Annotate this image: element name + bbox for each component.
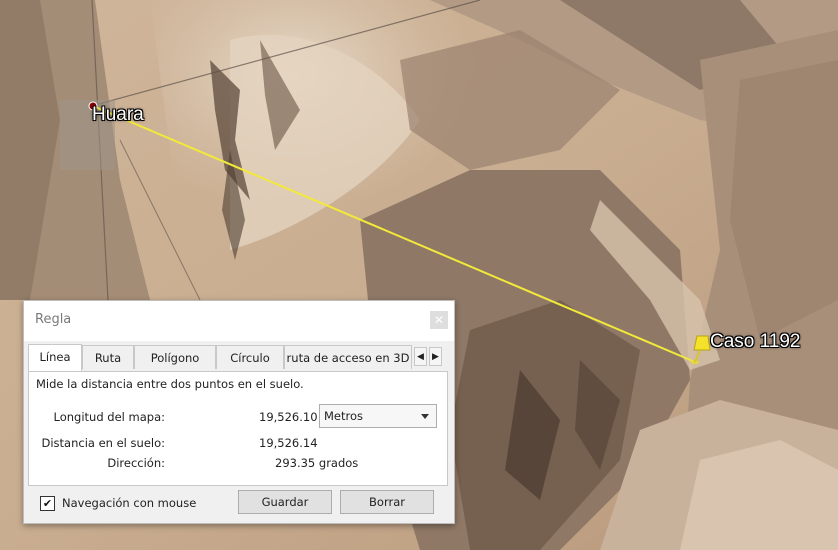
units-dropdown[interactable]: Metros xyxy=(319,404,437,428)
tab-scroll-right-icon[interactable]: ▶ xyxy=(429,347,442,366)
heading-label: Dirección: xyxy=(107,456,165,470)
tab-line[interactable]: Línea xyxy=(28,344,82,371)
save-button[interactable]: Guardar xyxy=(238,490,332,514)
line-tab-panel: Mide la distancia entre dos puntos en el… xyxy=(28,371,448,486)
tab-path[interactable]: Ruta xyxy=(82,345,134,369)
chevron-down-icon xyxy=(421,414,429,419)
ground-distance-value: 19,526.14 xyxy=(259,436,318,450)
tab-scroll-left-icon[interactable]: ◀ xyxy=(414,347,427,366)
ruler-dialog: Regla ✕ Línea Ruta Polígono Círculo ruta… xyxy=(23,300,455,524)
dialog-title: Regla xyxy=(35,312,72,327)
tab-strip: Línea Ruta Polígono Círculo ruta de acce… xyxy=(28,344,448,371)
heading-value: 293.35 grados xyxy=(275,456,359,470)
tab-circle[interactable]: Círculo xyxy=(216,345,284,369)
placemark-label-huara[interactable]: Huara xyxy=(92,104,144,126)
tab-polygon[interactable]: Polígono xyxy=(134,345,216,369)
clear-button[interactable]: Borrar xyxy=(340,490,434,514)
close-icon[interactable]: ✕ xyxy=(430,311,448,329)
description-text: Mide la distancia entre dos puntos en el… xyxy=(36,377,304,391)
dialog-footer: ✔ Navegación con mouse Guardar Borrar xyxy=(24,487,454,523)
mouse-navigation-label[interactable]: Navegación con mouse xyxy=(62,496,196,510)
placemark-label-caso[interactable]: Caso 1192 xyxy=(710,331,801,353)
map-length-value: 19,526.10 xyxy=(259,410,318,424)
map-length-label: Longitud del mapa: xyxy=(53,410,165,424)
tab-3d-path[interactable]: ruta de acceso en 3D xyxy=(284,345,412,369)
ground-distance-label: Distancia en el suelo: xyxy=(41,436,165,450)
dialog-titlebar[interactable]: Regla ✕ xyxy=(24,301,454,341)
units-selected-value: Metros xyxy=(324,409,364,423)
mouse-navigation-checkbox[interactable]: ✔ xyxy=(40,496,55,511)
